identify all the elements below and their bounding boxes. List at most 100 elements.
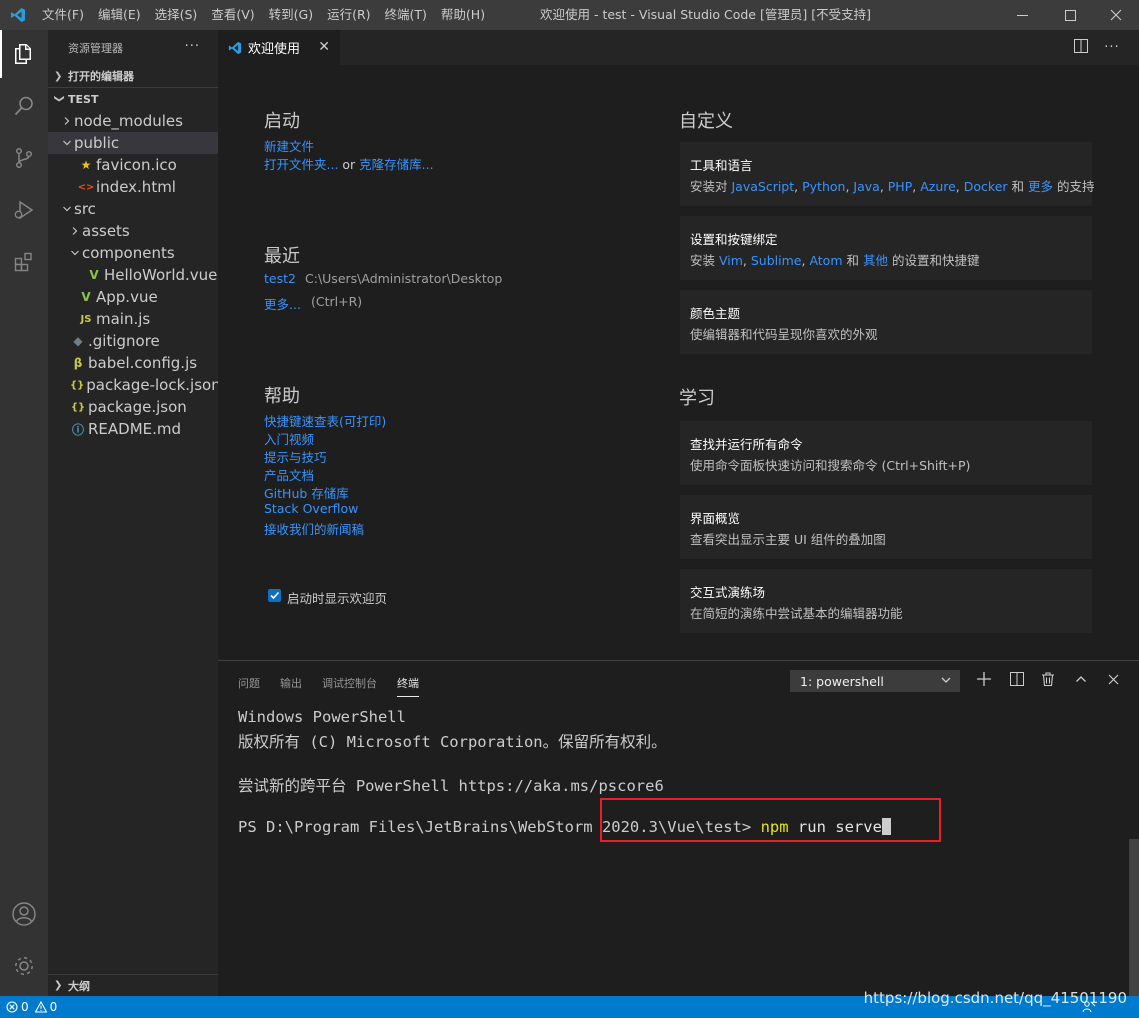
- tree-file[interactable]: {} package.json: [48, 396, 218, 418]
- outline-section[interactable]: ❯ 大纲: [48, 974, 218, 996]
- open-folder-link[interactable]: 打开文件夹...: [264, 157, 338, 172]
- tree-item-label: node_modules: [74, 112, 183, 130]
- color-theme-card[interactable]: 颜色主题 使编辑器和代码呈现你喜欢的外观: [680, 290, 1092, 354]
- help-link[interactable]: 入门视频: [264, 429, 314, 448]
- tree-file[interactable]: V HelloWorld.vue: [48, 264, 218, 286]
- install-link[interactable]: Sublime: [751, 253, 802, 268]
- split-terminal-button[interactable]: [1006, 670, 1028, 692]
- settings-keybindings-card[interactable]: 设置和按键绑定 安装 Vim, Sublime, Atom 和 其他 的设置和快…: [680, 216, 1092, 280]
- tree-folder[interactable]: public: [48, 132, 218, 154]
- new-file-link[interactable]: 新建文件: [264, 136, 314, 155]
- tree-folder[interactable]: assets: [48, 220, 218, 242]
- more-link[interactable]: 更多: [1028, 179, 1053, 194]
- terminal-scrollbar[interactable]: [1129, 839, 1139, 997]
- tools-languages-card[interactable]: 工具和语言 安装对 JavaScript, Python, Java, PHP,…: [680, 142, 1095, 206]
- find-commands-card[interactable]: 查找并运行所有命令 使用命令面板快速访问和搜索命令 (Ctrl+Shift+P): [680, 421, 1092, 485]
- menu-item[interactable]: 运行(R): [320, 0, 377, 30]
- help-link[interactable]: 接收我们的新闻稿: [264, 519, 364, 538]
- help-link[interactable]: GitHub 存储库: [264, 483, 349, 502]
- tree-file[interactable]: <> index.html: [48, 176, 218, 198]
- tree-file[interactable]: ⓘ README.md: [48, 418, 218, 440]
- tab-problems[interactable]: 问题: [238, 675, 260, 691]
- explorer-button[interactable]: [0, 30, 48, 82]
- kill-terminal-button[interactable]: [1037, 670, 1059, 692]
- install-link[interactable]: Atom: [809, 253, 842, 268]
- project-section[interactable]: ❯ TEST: [48, 88, 218, 110]
- tab-terminal[interactable]: 终端: [397, 675, 419, 697]
- menu-item[interactable]: 查看(V): [204, 0, 261, 30]
- menu-item[interactable]: 帮助(H): [434, 0, 492, 30]
- menu-item[interactable]: 编辑(E): [91, 0, 148, 30]
- install-link[interactable]: Azure: [920, 179, 956, 194]
- recent-item-link[interactable]: test2: [264, 271, 296, 286]
- maximize-button[interactable]: [1047, 0, 1093, 30]
- outline-label: 大纲: [68, 979, 90, 993]
- source-control-button[interactable]: [0, 134, 48, 186]
- recent-more-link[interactable]: 更多...: [264, 294, 301, 313]
- open-editors-section[interactable]: ❯ 打开的编辑器: [48, 65, 218, 87]
- card-title: 交互式演练场: [690, 585, 766, 600]
- extensions-button[interactable]: [0, 238, 48, 290]
- split-editor-button[interactable]: [1067, 30, 1095, 65]
- problems-status[interactable]: 0 0: [0, 1000, 57, 1014]
- accounts-button[interactable]: [0, 890, 48, 942]
- tree-folder[interactable]: components: [48, 242, 218, 264]
- terminal-select[interactable]: 1: powershell: [790, 670, 960, 692]
- minimize-button[interactable]: [999, 0, 1045, 30]
- tree-file[interactable]: JS main.js: [48, 308, 218, 330]
- tree-folder[interactable]: src: [48, 198, 218, 220]
- search-button[interactable]: [0, 82, 48, 134]
- help-link[interactable]: 快捷键速查表(可打印): [264, 411, 386, 430]
- title-bar: 文件(F) 编辑(E) 选择(S) 查看(V) 转到(G) 运行(R) 终端(T) 帮助(H)…: [0, 0, 1139, 30]
- search-icon: [12, 94, 36, 122]
- sidebar-header: 资源管理器 ···: [48, 30, 218, 65]
- install-link[interactable]: PHP: [888, 179, 912, 194]
- tree-file[interactable]: ★ favicon.ico: [48, 154, 218, 176]
- learn-heading: 学习: [679, 388, 715, 409]
- interactive-playground-card[interactable]: 交互式演练场 在简短的演练中尝试基本的编辑器功能: [680, 569, 1092, 633]
- tab-debug-console[interactable]: 调试控制台: [322, 675, 377, 691]
- terminal-line: 尝试新的跨平台 PowerShell https://aka.ms/pscore…: [238, 777, 664, 795]
- close-panel-button[interactable]: [1102, 670, 1124, 692]
- source-control-icon: [12, 146, 36, 174]
- menu-item[interactable]: 转到(G): [262, 0, 320, 30]
- install-link[interactable]: Docker: [964, 179, 1008, 194]
- run-debug-button[interactable]: [0, 186, 48, 238]
- start-heading: 启动: [264, 111, 300, 132]
- new-terminal-button[interactable]: [973, 670, 995, 692]
- tree-item-label: babel.config.js: [88, 354, 198, 372]
- more-link[interactable]: 其他: [863, 253, 888, 268]
- tree-item-label: package.json: [88, 398, 187, 416]
- desc-text: 的支持: [1053, 179, 1095, 194]
- trash-icon: [1041, 672, 1055, 690]
- install-link[interactable]: Python: [802, 179, 845, 194]
- split-icon: [1074, 38, 1088, 57]
- tab-welcome[interactable]: 欢迎使用 ✕: [218, 30, 340, 65]
- menu-item[interactable]: 选择(S): [148, 0, 205, 30]
- card-description: 使用命令面板快速访问和搜索命令 (Ctrl+Shift+P): [690, 458, 971, 473]
- help-link[interactable]: 提示与技巧: [264, 447, 327, 466]
- clone-repo-link[interactable]: 克隆存储库...: [359, 157, 433, 172]
- more-actions-button[interactable]: ···: [185, 39, 200, 54]
- install-link[interactable]: Java: [853, 179, 879, 194]
- close-icon[interactable]: ✕: [318, 39, 330, 55]
- show-on-startup-checkbox[interactable]: [268, 589, 281, 602]
- interface-overview-card[interactable]: 界面概览 查看突出显示主要 UI 组件的叠加图: [680, 495, 1092, 559]
- manage-button[interactable]: [0, 942, 48, 994]
- tab-output[interactable]: 输出: [280, 675, 302, 691]
- tree-file[interactable]: ◆ .gitignore: [48, 330, 218, 352]
- menu-item[interactable]: 文件(F): [35, 0, 91, 30]
- tree-folder[interactable]: node_modules: [48, 110, 218, 132]
- menu-item[interactable]: 终端(T): [378, 0, 434, 30]
- install-link[interactable]: Vim: [719, 253, 743, 268]
- tree-file[interactable]: V App.vue: [48, 286, 218, 308]
- help-link[interactable]: 产品文档: [264, 465, 314, 484]
- maximize-panel-button[interactable]: [1070, 670, 1092, 692]
- open-editors-label: 打开的编辑器: [68, 70, 134, 83]
- tree-file[interactable]: β babel.config.js: [48, 352, 218, 374]
- editor-more-button[interactable]: ···: [1098, 30, 1126, 65]
- close-window-button[interactable]: [1093, 0, 1139, 30]
- tree-file[interactable]: {} package-lock.json: [48, 374, 218, 396]
- install-link[interactable]: JavaScript: [731, 179, 794, 194]
- help-link[interactable]: Stack Overflow: [264, 501, 358, 516]
